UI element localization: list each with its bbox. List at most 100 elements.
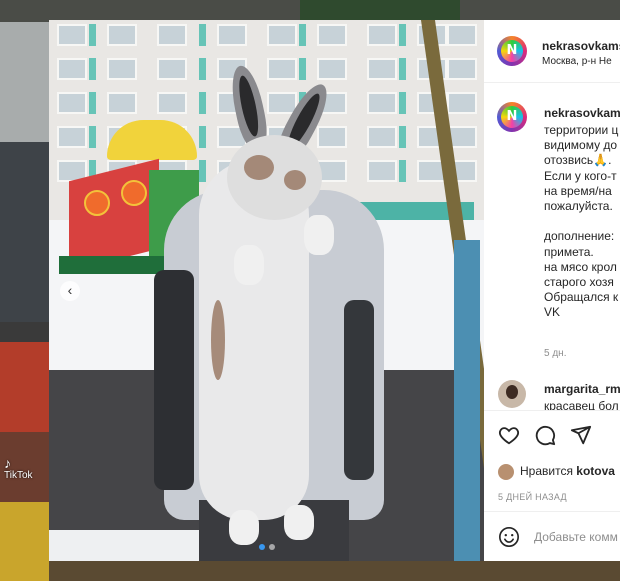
building-window [157,24,187,46]
building-window [317,24,347,46]
background-image-top [0,0,620,22]
caption-username[interactable]: nekrasovkam [544,106,620,120]
caption-time-ago[interactable]: 5 дн. [544,348,566,359]
building-window [157,58,187,80]
playground-wheel [121,180,147,206]
author-avatar[interactable]: N [497,36,527,66]
building-panel [299,58,306,80]
building-panel [89,58,96,80]
carousel-dots [49,544,484,550]
caption-line: Обращался к [544,290,619,305]
building-panel [199,160,206,182]
background-image-left-2 [0,342,49,432]
building-window [367,92,397,114]
person-jacket-sleeve [154,270,194,490]
liker-username[interactable]: kotova [576,464,615,478]
building-window [57,126,87,148]
comment-composer [484,511,620,561]
building-panel [89,126,96,148]
previous-image-button[interactable]: ‹ [60,281,80,301]
tiktok-watermark: ♪ TikTok [4,456,33,481]
caption-line: примета. [544,244,594,259]
post-info-panel: N nekrasovkams Москва, р-н Не N nekrasov… [484,20,620,561]
photo-pole-blue [454,240,480,561]
caption-line: территории ц [544,123,619,137]
author-avatar-logo: N [501,40,523,62]
building-window [267,58,297,80]
person-jacket-sleeve [344,300,374,480]
tiktok-watermark-text: TikTok [4,470,33,481]
post-date[interactable]: 5 ДНЕЙ НАЗАД [498,492,567,502]
commenter-avatar[interactable] [498,380,526,408]
building-panel [199,92,206,114]
heart-icon[interactable] [498,424,520,446]
post-actions: Нравится kotova 5 ДНЕЙ НАЗАД [484,410,620,561]
building-window [447,92,477,114]
caption-line: дополнение: [544,229,615,244]
building-window [447,58,477,80]
author-username[interactable]: nekrasovkams [542,39,620,53]
building-window [107,58,137,80]
building-window [57,92,87,114]
building-window [107,92,137,114]
caption-line: VK [544,305,561,320]
building-window [157,92,187,114]
emoji-icon[interactable] [498,526,520,548]
rabbit-patch [211,300,225,380]
building-panel [399,160,406,182]
rabbit-patch [284,170,306,190]
caption-line: пожалуйста. [544,199,613,213]
rabbit-foot [229,510,259,545]
building-panel [299,24,306,46]
add-comment-input[interactable] [534,524,620,550]
carousel-dot-active [258,544,265,550]
caption-author-avatar-logo: N [501,106,523,128]
caption-line: старого хозя [544,275,614,289]
carousel-dot [268,544,275,550]
liker-avatar[interactable] [498,464,514,480]
building-window [267,24,297,46]
building-window [317,58,347,80]
building-panel [89,92,96,114]
building-panel [89,24,96,46]
caption-author-avatar[interactable]: N [497,102,527,132]
caption-line: на мясо крол [544,259,617,274]
building-window [317,126,347,148]
building-panel [199,126,206,148]
building-window [57,24,87,46]
background-image-bottom [49,561,620,581]
building-panel [399,58,406,80]
caption-line: отозвись🙏. [544,153,612,168]
background-image-left-1 [0,22,49,322]
caption-line: на время/на [544,183,612,198]
likes-summary: Нравится kotova [498,464,615,480]
share-icon[interactable] [570,424,592,446]
building-window [367,126,397,148]
building-panel [199,58,206,80]
building-panel [399,92,406,114]
building-window [217,24,247,46]
building-window [367,24,397,46]
rabbit-foot [284,505,314,540]
rabbit-head [227,135,322,220]
post-header: N nekrasovkams Москва, р-н Не [484,20,620,83]
likes-prefix: Нравится [520,464,573,479]
post-location[interactable]: Москва, р-н Не [542,56,612,67]
tiktok-note-icon: ♪ [4,455,11,471]
building-panel [199,24,206,46]
rabbit-paw [304,215,334,255]
rabbit-patch [244,155,274,180]
building-window [367,58,397,80]
building-panel [399,24,406,46]
building-window [367,160,397,182]
building-window [107,24,137,46]
rabbit-paw [234,245,264,285]
playground-wheel [84,190,110,216]
post-photo[interactable]: ‹ [49,20,484,561]
building-window [57,58,87,80]
commenter-username[interactable]: margarita_rm [544,382,620,396]
caption-line: видимому до [544,138,618,153]
comment-icon[interactable] [534,424,556,446]
building-window [447,24,477,46]
building-panel [399,126,406,148]
